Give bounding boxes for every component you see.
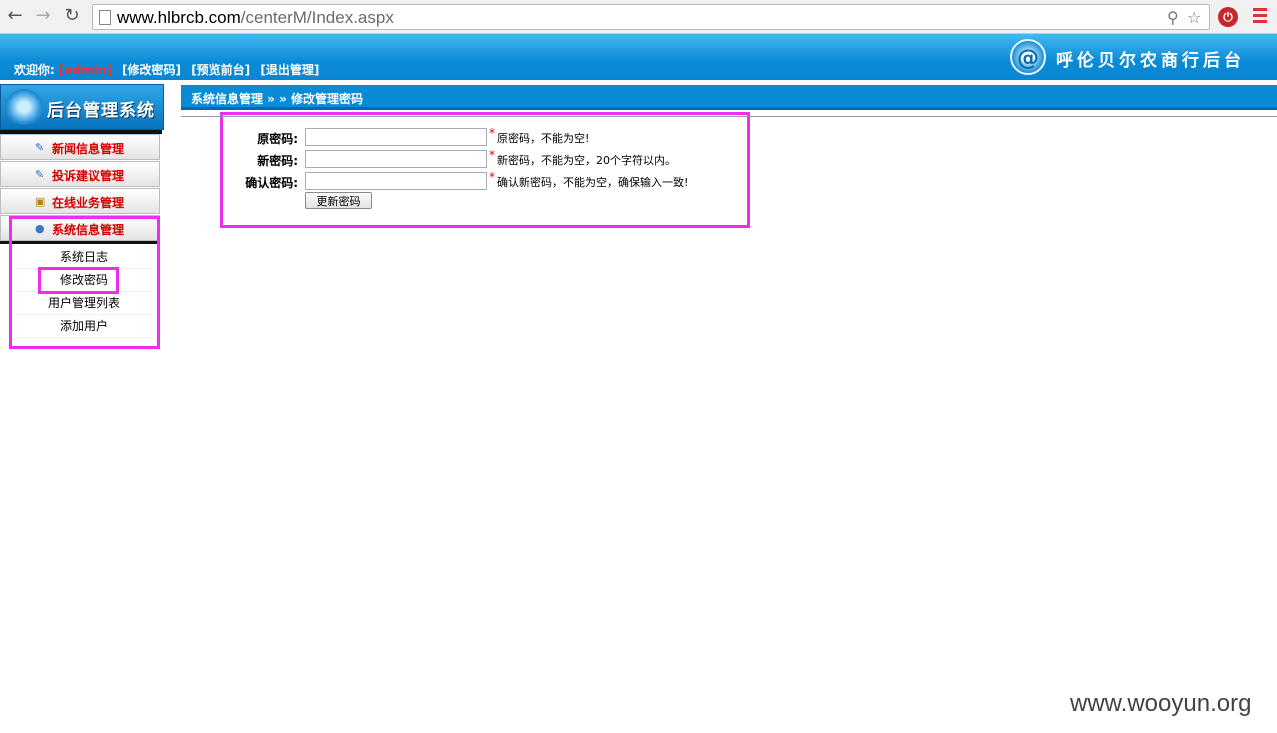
required-mark: * (489, 126, 495, 140)
star-icon[interactable]: ☆ (1187, 8, 1201, 27)
new-password-row: 新密码: * 新密码，不能为空，20个字符以内。 (226, 148, 736, 170)
menu-divider (0, 241, 160, 244)
browser-menu-icon[interactable] (1253, 8, 1267, 26)
menu-business[interactable]: ▣ 在线业务管理 (0, 188, 160, 214)
old-password-row: 原密码: * 原密码，不能为空! (226, 126, 736, 148)
update-password-button[interactable]: 更新密码 (305, 192, 372, 209)
confirm-password-input[interactable] (305, 172, 487, 190)
business-icon: ▣ (35, 195, 46, 208)
old-password-hint: 原密码，不能为空! (497, 132, 590, 145)
sub-item-user-list[interactable]: 用户管理列表 (16, 292, 152, 315)
divider-line (181, 116, 1277, 117)
new-password-label: 新密码: (257, 154, 298, 168)
brand-logo-icon: @ (1010, 39, 1046, 75)
change-password-link[interactable]: [修改密码] (122, 63, 181, 77)
welcome-label: 欢迎你: (14, 63, 55, 77)
sub-item-change-password[interactable]: 修改密码 (16, 269, 152, 292)
menu-feedback[interactable]: ✎ 投诉建议管理 (0, 161, 160, 187)
logout-link[interactable]: [退出管理] (260, 63, 319, 77)
feedback-icon: ✎ (35, 168, 45, 181)
breadcrumb-text: 系统信息管理 » » 修改管理密码 (191, 92, 364, 106)
sub-item-add-user[interactable]: 添加用户 (16, 315, 152, 338)
required-mark: * (489, 148, 495, 162)
back-icon[interactable]: ← (4, 5, 26, 27)
extension-icon[interactable]: ⏻ (1218, 7, 1238, 27)
watermark: www.wooyun.org (1070, 690, 1252, 717)
old-password-input[interactable] (305, 128, 487, 146)
welcome-bar: 欢迎你: [admin] [修改密码] [预览前台] [退出管理] (14, 61, 319, 78)
sub-item-system-log[interactable]: 系统日志 (16, 246, 152, 269)
menu-label: 新闻信息管理 (52, 142, 125, 156)
confirm-password-row: 确认密码: * 确认新密码，不能为空，确保输入一致! (226, 170, 736, 192)
menu-label: 在线业务管理 (52, 196, 125, 210)
browser-toolbar: ← → ↻ www.hlbrcb.com/centerM/Index.aspx … (0, 0, 1277, 34)
menu-system[interactable]: ● 系统信息管理 (0, 215, 160, 241)
user-icon: ● (35, 222, 45, 235)
new-password-input[interactable] (305, 150, 487, 168)
menu-label: 系统信息管理 (52, 223, 125, 237)
news-icon: ✎ (35, 141, 45, 154)
required-mark: * (489, 170, 495, 184)
forward-icon[interactable]: → (32, 5, 54, 27)
top-header: 欢迎你: [admin] [修改密码] [预览前台] [退出管理] @ 呼伦贝尔… (0, 34, 1277, 80)
page-icon (99, 10, 111, 25)
username: [admin] (59, 63, 112, 77)
menu-label: 投诉建议管理 (52, 169, 125, 183)
menu-news[interactable]: ✎ 新闻信息管理 (0, 134, 160, 160)
system-logo-icon (5, 89, 43, 125)
new-password-hint: 新密码，不能为空，20个字符以内。 (497, 154, 676, 167)
old-password-label: 原密码: (257, 132, 298, 146)
search-icon[interactable]: ⚲ (1167, 8, 1179, 27)
breadcrumb: 系统信息管理 » » 修改管理密码 (181, 85, 1277, 110)
reload-icon[interactable]: ↻ (61, 5, 83, 27)
brand-text: 呼伦贝尔农商行后台 (1056, 51, 1245, 71)
system-title: 后台管理系统 (47, 101, 155, 121)
preview-frontend-link[interactable]: [预览前台] (191, 63, 250, 77)
confirm-password-label: 确认密码: (245, 176, 298, 190)
url-text[interactable]: www.hlbrcb.com/centerM/Index.aspx (117, 8, 394, 28)
address-bar[interactable]: www.hlbrcb.com/centerM/Index.aspx ⚲ ☆ (92, 4, 1210, 30)
confirm-password-hint: 确认新密码，不能为空，确保输入一致! (497, 176, 689, 189)
system-logo: 后台管理系统 (0, 84, 164, 130)
